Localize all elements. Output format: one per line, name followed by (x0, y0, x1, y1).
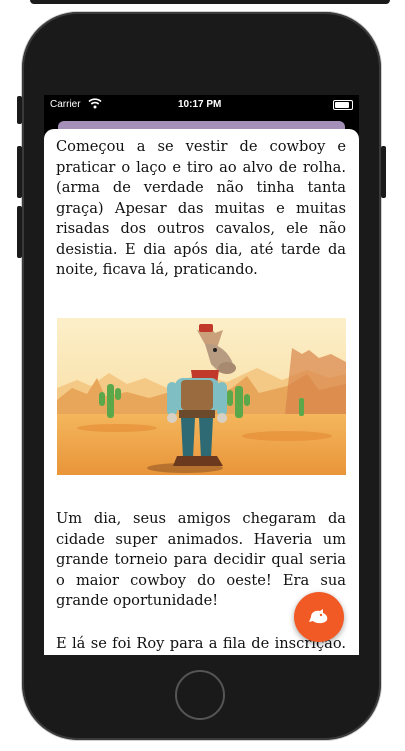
clock-time: 10:17 PM (178, 99, 222, 110)
home-button[interactable] (175, 670, 225, 720)
battery-icon (333, 100, 353, 110)
status-bar: Carrier 10:17 PM (44, 95, 359, 115)
bird-icon (309, 609, 328, 624)
story-paragraph-2: Um dia, seus amigos chegaram da cidade s… (56, 510, 346, 609)
mute-switch (17, 96, 22, 124)
wifi-icon (88, 97, 102, 112)
story-paragraph-3: E lá se foi Roy para a fila de inscrição… (56, 635, 346, 652)
power-button (381, 146, 386, 198)
top-edge (30, 0, 390, 4)
story-paragraph-1: Começou a se vestir de cowboy e praticar… (56, 138, 346, 278)
carrier-label: Carrier (50, 99, 81, 110)
volume-up-button (17, 146, 22, 198)
volume-down-button (17, 206, 22, 258)
story-sheet[interactable]: Começou a se vestir de cowboy e praticar… (44, 129, 359, 655)
screen: Carrier 10:17 PM Começou a se vestir de … (44, 95, 359, 655)
fab-button[interactable] (294, 592, 344, 642)
cowboy-horse-illustration (57, 318, 346, 475)
